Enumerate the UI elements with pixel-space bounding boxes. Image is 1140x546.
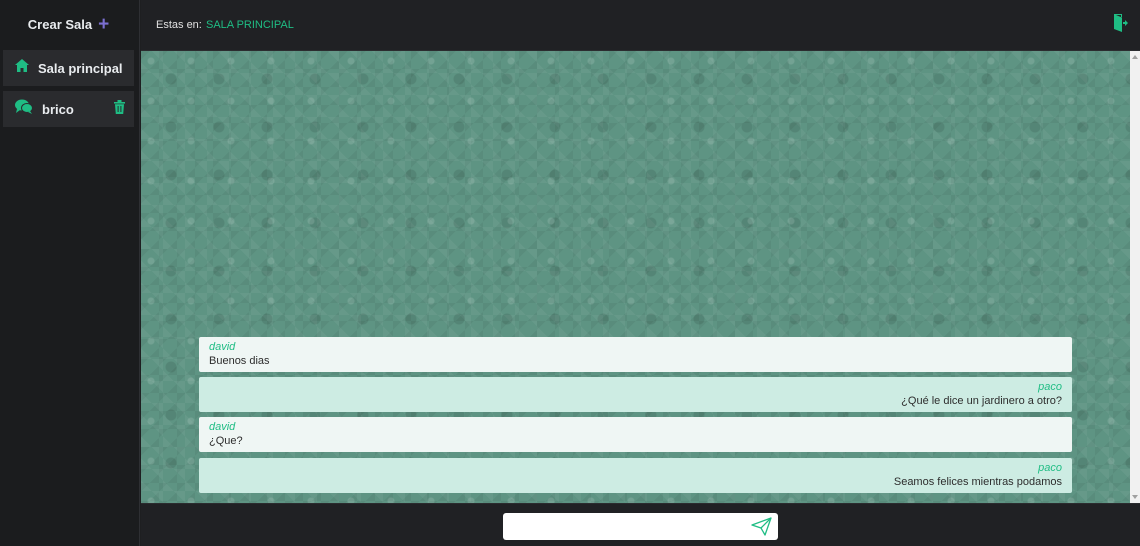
message-input[interactable] [503, 513, 743, 540]
sidebar-item-label: brico [42, 101, 74, 117]
sidebar-item-brico[interactable]: brico [3, 91, 134, 127]
message-composer [141, 503, 1140, 546]
room-header: Estas en: SALA PRINCIPAL [141, 0, 1140, 51]
current-room-title: SALA PRINCIPAL [206, 19, 294, 31]
sidebar-item-label: Sala principal [38, 60, 123, 76]
chat-app: Crear Sala + Sala principal brico Estas … [0, 0, 1140, 546]
create-room-button[interactable]: Crear Sala + [3, 3, 134, 46]
home-icon [15, 59, 29, 77]
message-text: ¿Que? [209, 435, 243, 447]
current-room-prefix: Estas en: [156, 19, 202, 31]
message-author: paco [1038, 462, 1062, 474]
message-list: david Buenos dias paco ¿Qué le dice un j… [141, 51, 1130, 503]
message-author: david [209, 341, 236, 353]
sidebar-item-sala-principal[interactable]: Sala principal [3, 50, 134, 86]
message: david Buenos dias [199, 337, 1072, 372]
plus-icon: + [98, 14, 110, 35]
trash-icon[interactable] [114, 100, 125, 119]
message-text: ¿Qué le dice un jardinero a otro? [901, 395, 1062, 407]
message-author: david [209, 421, 236, 433]
logout-icon[interactable] [1114, 14, 1128, 37]
message: paco Seamos felices mientras podamos [199, 458, 1072, 493]
send-icon[interactable] [751, 517, 772, 541]
create-room-label: Crear Sala [27, 17, 93, 32]
message-author: paco [1038, 381, 1062, 393]
message: david ¿Que? [199, 417, 1072, 452]
chat-bubbles-icon [15, 99, 33, 119]
sidebar: Crear Sala + Sala principal brico [0, 0, 140, 546]
message-list-scrollbar[interactable] [1130, 51, 1140, 503]
message-text: Buenos dias [209, 355, 270, 367]
message: paco ¿Qué le dice un jardinero a otro? [199, 377, 1072, 412]
message-input-wrapper [503, 513, 778, 540]
scroll-up-icon[interactable] [1132, 55, 1138, 59]
message-text: Seamos felices mientras podamos [893, 476, 1062, 488]
scroll-down-icon[interactable] [1132, 495, 1138, 499]
